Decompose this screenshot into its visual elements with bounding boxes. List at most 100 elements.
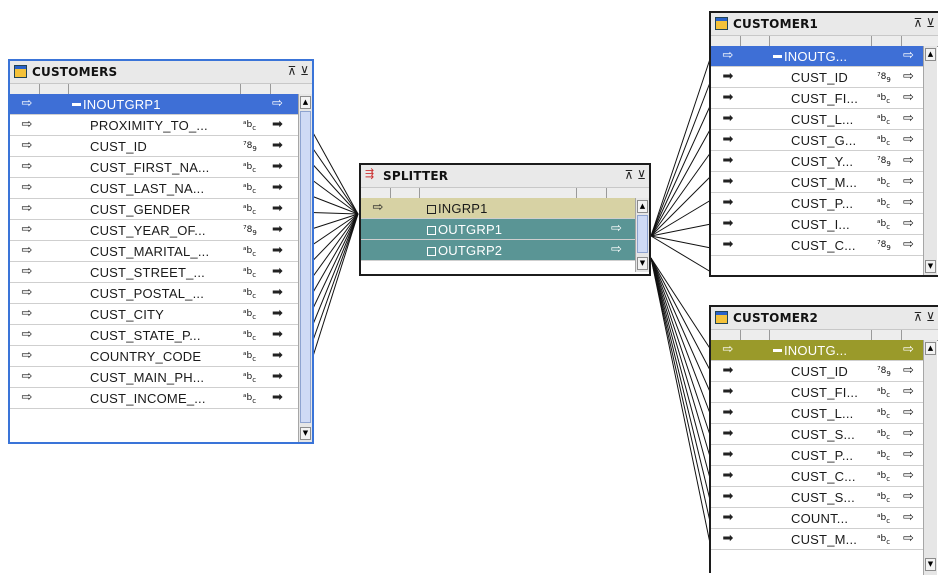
in-port-arrow-icon[interactable]: ➡ (717, 447, 739, 462)
attribute-row[interactable]: ⇨ CUST_LAST_NA... ᵃbc ➡ (10, 178, 300, 199)
in-port-arrow-icon[interactable]: ⇨ (903, 69, 914, 84)
attribute-row[interactable]: ⇨ COUNTRY_CODE ᵃbc ➡ (10, 346, 300, 367)
out-port-arrow-icon[interactable]: ⇨ (717, 342, 739, 357)
out-port-arrow-icon[interactable]: ⇨ (16, 201, 38, 216)
in-port-arrow-icon[interactable]: ⇨ (272, 96, 283, 111)
attribute-row[interactable]: ⇨ CUST_ID ⁷89 ➡ (10, 136, 300, 157)
attribute-row[interactable]: ➡ CUST_ID ⁷89 ⇨ (711, 67, 923, 88)
in-port-arrow-icon[interactable]: ⇨ (903, 174, 914, 189)
customer1-title-bar[interactable]: CUSTOMER1 ⊼ ⊻ (711, 13, 938, 36)
in-port-arrow-icon[interactable]: ⇨ (903, 510, 914, 525)
in-port-arrow-icon[interactable]: ⇨ (903, 237, 914, 252)
attribute-row[interactable]: ➡ CUST_FI... ᵃbc ⇨ (711, 88, 923, 109)
attribute-row[interactable]: ➡ CUST_M... ᵃbc ⇨ (711, 529, 923, 550)
customer2-table-panel[interactable]: CUSTOMER2 ⊼ ⊻ ⇨ INOUTG... ⇨ ➡ CUST_ID ⁷89 ⇨ ➡ CU… (709, 305, 938, 575)
out-port-arrow-icon[interactable]: ⇨ (16, 264, 38, 279)
splitter-scrollbar[interactable]: ▲ ▼ (635, 198, 649, 272)
in-port-arrow-icon[interactable]: ➡ (717, 237, 739, 252)
attribute-row[interactable]: ⇨ PROXIMITY_TO_... ᵃbc ➡ (10, 115, 300, 136)
in-port-arrow-icon[interactable]: ➡ (717, 384, 739, 399)
scroll-up-icon[interactable]: ▲ (925, 342, 936, 355)
attribute-row[interactable]: ➡ CUST_C... ⁷89 ⇨ (711, 235, 923, 256)
in-port-arrow-icon[interactable]: ➡ (717, 363, 739, 378)
out-port-arrow-icon[interactable]: ➡ (272, 222, 283, 237)
attribute-row[interactable]: ⇨ CUST_YEAR_OF... ⁷89 ➡ (10, 220, 300, 241)
attribute-row[interactable]: ⇨ CUST_CITY ᵃbc ➡ (10, 304, 300, 325)
customer1-table-panel[interactable]: CUSTOMER1 ⊼ ⊻ ⇨ INOUTG... ⇨ ➡ CUST_ID ⁷89 ⇨ ➡ CU… (709, 11, 938, 277)
scroll-down-icon[interactable]: ▼ (637, 257, 648, 270)
attribute-row[interactable]: ➡ CUST_ID ⁷89 ⇨ (711, 361, 923, 382)
customer1-scrollbar[interactable]: ▲ ▼ (923, 46, 937, 275)
customers-table-panel[interactable]: CUSTOMERS ⊼ ⊻ ⇨ INOUTGRP1 ⇨ ⇨ PROXIMITY_TO_.… (8, 59, 314, 444)
attribute-row[interactable]: ➡ CUST_P... ᵃbc ⇨ (711, 445, 923, 466)
in-port-arrow-icon[interactable]: ⇨ (903, 405, 914, 420)
collapse-icon[interactable] (773, 55, 782, 58)
minimize-icon[interactable]: ⊻ (637, 168, 646, 182)
in-port-arrow-icon[interactable]: ⇨ (903, 468, 914, 483)
in-port-arrow-icon[interactable]: ⇨ (903, 384, 914, 399)
maximize-icon[interactable]: ⊼ (625, 168, 634, 182)
attribute-row[interactable]: ➡ COUNT... ᵃbc ⇨ (711, 508, 923, 529)
scroll-thumb[interactable] (300, 111, 311, 423)
attribute-row[interactable]: ⇨ CUST_STREET_... ᵃbc ➡ (10, 262, 300, 283)
in-port-arrow-icon[interactable]: ⇨ (903, 48, 914, 63)
attribute-row[interactable]: ➡ CUST_L... ᵃbc ⇨ (711, 109, 923, 130)
out-port-arrow-icon[interactable]: ➡ (272, 285, 283, 300)
out-port-arrow-icon[interactable]: ⇨ (16, 159, 38, 174)
group-row[interactable]: ⇨ INOUTGRP1 ⇨ (10, 94, 300, 115)
attribute-row[interactable]: ⇨ CUST_STATE_P... ᵃbc ➡ (10, 325, 300, 346)
minimize-icon[interactable]: ⊻ (926, 310, 935, 324)
out-port-arrow-icon[interactable]: ➡ (272, 159, 283, 174)
in-port-arrow-icon[interactable]: ⇨ (903, 489, 914, 504)
in-port-arrow-icon[interactable]: ⇨ (367, 200, 389, 215)
out-port-arrow-icon[interactable]: ➡ (272, 348, 283, 363)
maximize-icon[interactable]: ⊼ (914, 310, 923, 324)
out-port-arrow-icon[interactable]: ➡ (272, 264, 283, 279)
attribute-row[interactable]: ➡ CUST_P... ᵃbc ⇨ (711, 193, 923, 214)
splitter-panel[interactable]: ⇶ SPLITTER ⊼ ⊻ ⇨ INGRP1 OUTGRP1 ⇨ OUTGRP2 ⇨ ▲… (359, 163, 651, 276)
in-port-arrow-icon[interactable]: ➡ (717, 195, 739, 210)
out-port-arrow-icon[interactable]: ⇨ (611, 221, 622, 236)
attribute-row[interactable]: ➡ CUST_G... ᵃbc ⇨ (711, 130, 923, 151)
out-port-arrow-icon[interactable]: ⇨ (16, 180, 38, 195)
out-port-arrow-icon[interactable]: ➡ (272, 117, 283, 132)
output-group-row[interactable]: OUTGRP2 ⇨ (361, 240, 635, 261)
out-port-arrow-icon[interactable]: ⇨ (16, 327, 38, 342)
out-port-arrow-icon[interactable]: ➡ (272, 327, 283, 342)
out-port-arrow-icon[interactable]: ➡ (272, 369, 283, 384)
maximize-icon[interactable]: ⊼ (914, 16, 923, 30)
in-port-arrow-icon[interactable]: ⇨ (903, 111, 914, 126)
out-port-arrow-icon[interactable]: ⇨ (16, 138, 38, 153)
attribute-row[interactable]: ➡ CUST_I... ᵃbc ⇨ (711, 214, 923, 235)
splitter-title-bar[interactable]: ⇶ SPLITTER ⊼ ⊻ (361, 165, 649, 188)
expand-icon[interactable] (427, 247, 436, 256)
collapse-icon[interactable] (72, 103, 81, 106)
group-row[interactable]: ⇨ INOUTG... ⇨ (711, 340, 923, 361)
in-port-arrow-icon[interactable]: ⇨ (903, 90, 914, 105)
attribute-row[interactable]: ➡ CUST_S... ᵃbc ⇨ (711, 424, 923, 445)
out-port-arrow-icon[interactable]: ⇨ (16, 117, 38, 132)
out-port-arrow-icon[interactable]: ➡ (272, 180, 283, 195)
in-port-arrow-icon[interactable]: ⇨ (903, 153, 914, 168)
in-port-arrow-icon[interactable]: ⇨ (903, 426, 914, 441)
out-port-arrow-icon[interactable]: ⇨ (16, 390, 38, 405)
minimize-icon[interactable]: ⊻ (300, 64, 309, 78)
scroll-up-icon[interactable]: ▲ (300, 96, 311, 109)
in-port-arrow-icon[interactable]: ➡ (717, 489, 739, 504)
customers-title-bar[interactable]: CUSTOMERS ⊼ ⊻ (10, 61, 312, 84)
in-port-arrow-icon[interactable]: ➡ (717, 216, 739, 231)
in-port-arrow-icon[interactable]: ➡ (717, 69, 739, 84)
input-group-row[interactable]: ⇨ INGRP1 (361, 198, 635, 219)
output-group-row[interactable]: OUTGRP1 ⇨ (361, 219, 635, 240)
attribute-row[interactable]: ⇨ CUST_FIRST_NA... ᵃbc ➡ (10, 157, 300, 178)
attribute-row[interactable]: ➡ CUST_S... ᵃbc ⇨ (711, 487, 923, 508)
attribute-row[interactable]: ⇨ CUST_GENDER ᵃbc ➡ (10, 199, 300, 220)
attribute-row[interactable]: ➡ CUST_C... ᵃbc ⇨ (711, 466, 923, 487)
scroll-up-icon[interactable]: ▲ (925, 48, 936, 61)
out-port-arrow-icon[interactable]: ➡ (272, 243, 283, 258)
attribute-row[interactable]: ⇨ CUST_MARITAL_... ᵃbc ➡ (10, 241, 300, 262)
scroll-thumb[interactable] (637, 215, 648, 253)
out-port-arrow-icon[interactable]: ⇨ (611, 242, 622, 257)
attribute-row[interactable]: ⇨ CUST_MAIN_PH... ᵃbc ➡ (10, 367, 300, 388)
attribute-row[interactable]: ➡ CUST_M... ᵃbc ⇨ (711, 172, 923, 193)
